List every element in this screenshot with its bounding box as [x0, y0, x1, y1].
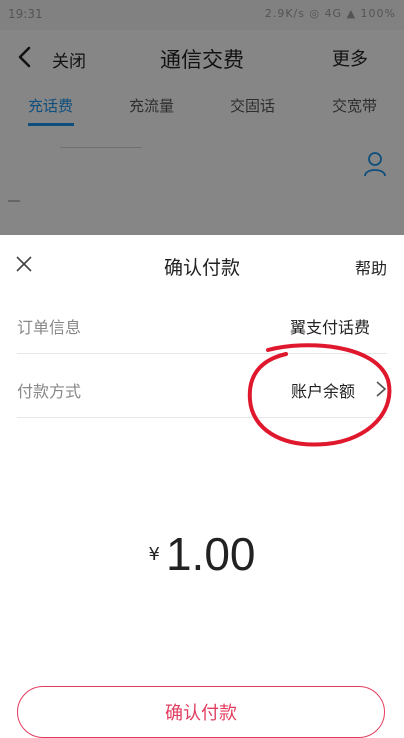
sheet-header: 确认付款 帮助 [0, 235, 404, 295]
amount-display: ¥1.00 [0, 527, 404, 581]
confirm-payment-button[interactable]: 确认付款 [17, 686, 385, 738]
help-link[interactable]: 帮助 [355, 255, 387, 279]
order-info-value: 翼支付话费 [289, 318, 370, 337]
sheet-title: 确认付款 [163, 257, 240, 279]
payment-method-label: 付款方式 [17, 382, 82, 401]
red-circle-annotation [247, 343, 392, 447]
amount-value: 1.00 [165, 528, 256, 580]
currency-symbol: ¥ [148, 544, 160, 565]
modal-overlay[interactable] [0, 0, 404, 235]
payment-sheet: 确认付款 帮助 订单信息 翼支付话费 付款方式 账户余额 ¥1.00 确认付款 [0, 235, 404, 738]
confirm-payment-label: 确认付款 [165, 703, 237, 724]
order-info-label: 订单信息 [17, 318, 82, 337]
